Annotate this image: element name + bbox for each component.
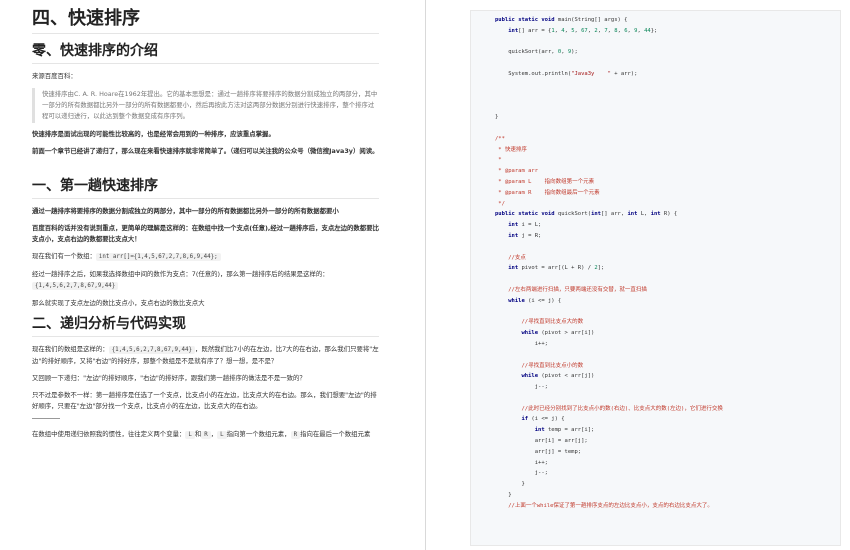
baidu-quote: 快速排序由C. A. R. Hoare在1962年提出。它的基本思想是：通过一趟… (32, 88, 379, 123)
first-pass-paragraph-3: 现在我们有一个数组： int arr[]={1,4,5,67,2,7,8,6,9,… (32, 251, 379, 263)
recursion-paragraph-1: 现在我们的数组是这样的： {1,4,5,6,2,7,8,67,9,44} ，既然我们… (32, 345, 379, 365)
chapter-title: 四、快速排序 (32, 8, 379, 34)
recursion-paragraph-2: 又回顾一下递归："左边"的排好顺序，"右边"的排好序，跟我们第一趟排序的做法是不… (32, 374, 306, 382)
intro-paragraph-1: 快速排序是面试出现的可能性比较高的，也是经常会用到的一种排序，应该重点掌握。 (32, 130, 275, 138)
first-pass-paragraph-1: 通过一趟排序将要排序的数据分割成独立的两部分，其中一部分的所有数据都比另外一部分… (32, 207, 339, 215)
left-page: 四、快速排序 零、快速排序的介绍 来源百度百科： 快速排序由C. A. R. H… (0, 0, 425, 550)
section-recursion-title: 二、递归分析与代码实现 (32, 315, 379, 337)
divider (32, 418, 60, 419)
section-first-pass-title: 一、第一趟快速排序 (32, 177, 379, 199)
code-content: public static void main(String[] args) {… (495, 17, 723, 509)
inline-code-array: int arr[]={1,4,5,67,2,7,8,6,9,44}; (95, 253, 221, 261)
source-label: 来源百度百科： (32, 72, 77, 80)
code-block: public static void main(String[] args) {… (470, 10, 841, 546)
first-pass-paragraph-5: 那么就实现了支点左边的数比支点小，支点右边的数比支点大 (32, 299, 205, 307)
inline-code-current-array: {1,4,5,6,2,7,8,67,9,44} (108, 346, 195, 354)
right-page: public static void main(String[] args) {… (426, 0, 850, 550)
recursion-paragraph-4: 在数组中使用递归依照我的惯性，往往定义两个变量： L 和 R， L 指向第一个数组元素， R… (32, 430, 371, 439)
inline-code-result: {1,4,5,6,2,7,8,67,9,44} (32, 282, 119, 290)
section-intro-title: 零、快速排序的介绍 (32, 42, 379, 64)
intro-paragraph-2: 前面一个章节已经讲了递归了，那么现在来看快速排序就非常简单了。（递归可以关注我的… (32, 147, 379, 155)
first-pass-paragraph-4: 经过一趟排序之后，如果我选择数组中间的数作为支点：7(任意的)，那么第一趟排序后… (32, 270, 329, 290)
first-pass-paragraph-2: 百度百科的话并没有说到重点，更简单的理解是这样的：在数组中找一个支点(任意),经… (32, 224, 379, 243)
quote-text: 快速排序由C. A. R. Hoare在1962年提出。它的基本思想是：通过一趟… (42, 90, 378, 120)
recursion-paragraph-3: 只不过是参数不一样：第一趟排序是任选了一个支点，比支点小的在左边，比支点大的在右… (32, 391, 377, 410)
